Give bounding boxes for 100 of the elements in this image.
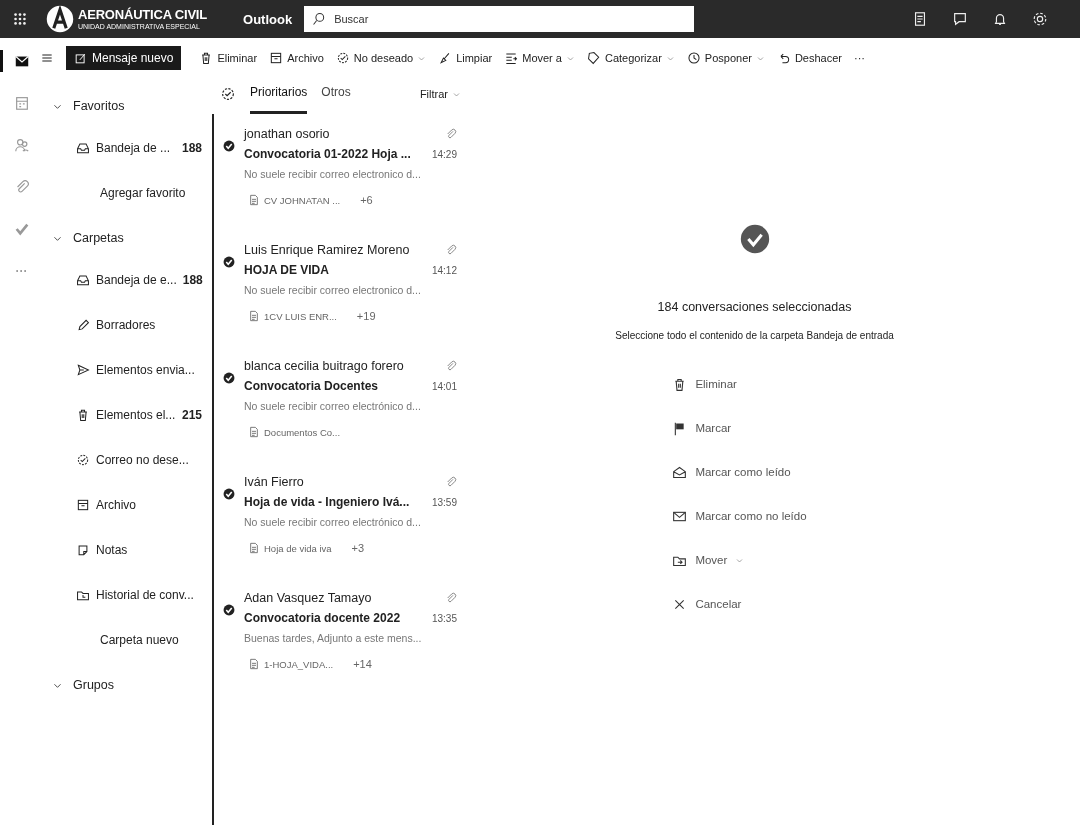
clock-icon — [686, 51, 701, 65]
subject-text: Convocatoria docente 2022 — [244, 611, 401, 625]
toolbar-button[interactable]: Mover a — [504, 51, 575, 65]
sender-name: jonathan osorio — [244, 127, 330, 141]
attachment-chip[interactable]: Documentos Co... — [244, 424, 345, 440]
selected-check-icon[interactable] — [222, 139, 236, 153]
toolbar-button[interactable]: Eliminar — [199, 51, 258, 65]
subject-text: Convocatoria 01-2022 Hoja ... — [244, 147, 411, 161]
note-icon — [76, 543, 90, 557]
action-button[interactable]: Marcar como leído — [672, 461, 791, 483]
pencil-icon — [76, 318, 90, 332]
new-message-button[interactable]: Mensaje nuevo — [66, 46, 182, 70]
settings-icon[interactable] — [1032, 11, 1048, 27]
folder-item[interactable]: Bandeja de ... 188 — [76, 136, 212, 160]
time-text: 14:29 — [431, 148, 457, 160]
file-icon — [248, 426, 260, 438]
section-header[interactable]: Favoritos — [52, 94, 212, 118]
app-launcher-icon[interactable] — [12, 11, 28, 27]
message-item[interactable]: Adan Vasquez Tamayo Convocatoria docente 2022 13:35 Buenas tardes, Adjunto a este mens... 1-HOJA_VIDA... +14 — [214, 578, 469, 694]
section-header[interactable]: Carpetas — [52, 226, 212, 250]
select-all-icon[interactable] — [220, 86, 236, 102]
message-item[interactable]: Iván Fierro Hoja de vida - Ingeniero Ivá... 13:59 No suele recibir correo electrónico d... Hoja de vida iva +3 — [214, 462, 469, 578]
sender-name: Luis Enrique Ramirez Moreno — [244, 243, 410, 257]
sender-name: blanca cecilia buitrago forero — [244, 359, 404, 373]
sender-name: Iván Fierro — [244, 475, 304, 489]
app-name[interactable]: Outlook — [243, 11, 293, 27]
folder-item[interactable]: Historial de conv... — [76, 583, 212, 607]
attachment-chip[interactable]: 1-HOJA_VIDA... — [244, 656, 338, 672]
file-icon — [248, 658, 260, 670]
folder-item[interactable]: Notas — [76, 538, 212, 562]
attachment-chip[interactable]: Hoja de vida iva — [244, 540, 336, 556]
inbox-tab[interactable]: Prioritarios — [250, 74, 308, 114]
organization-name: AERONÁUTICA CIVIL — [78, 8, 207, 21]
toolbar-button[interactable]: Categorizar — [586, 51, 675, 65]
checkmark-icon[interactable] — [13, 221, 30, 237]
message-item[interactable]: jonathan osorio Convocatoria 01-2022 Hoja ... 14:29 No suele recibir correo electronico d... CV JOHNATAN ... +6 — [214, 114, 469, 230]
search-field[interactable]: Buscar — [304, 6, 695, 32]
selection-count-title: 184 conversaciones seleccionadas — [657, 300, 852, 314]
folder-link[interactable]: Agregar favorito — [100, 181, 186, 205]
bell-icon[interactable] — [992, 11, 1008, 27]
section-header[interactable]: Grupos — [52, 673, 212, 697]
action-button[interactable]: Eliminar — [672, 373, 737, 395]
folder-item[interactable]: Borradores — [76, 313, 212, 337]
calendar-icon[interactable] — [13, 95, 30, 111]
selected-check-icon[interactable] — [222, 371, 236, 385]
logo-emblem-icon — [46, 5, 74, 33]
attachment-count: +6 — [360, 194, 373, 206]
toolbar-button[interactable]: Archivo — [269, 51, 324, 65]
toolbar-button[interactable]: Deshacer — [776, 51, 842, 65]
folder-item[interactable]: Bandeja de e... 188 — [76, 268, 212, 292]
chat-icon[interactable] — [952, 11, 968, 27]
folder-link[interactable]: Carpeta nuevo — [100, 628, 179, 652]
file-icon — [248, 542, 260, 554]
selected-check-icon — [739, 223, 770, 255]
toolbar-button[interactable]: Limpiar — [438, 51, 493, 65]
folder-icon — [76, 588, 90, 602]
inbox-icon — [76, 141, 90, 155]
compose-icon — [74, 51, 87, 65]
folder-item[interactable]: Elementos el... 215 — [76, 403, 212, 427]
folder-item[interactable]: Correo no dese... — [76, 448, 212, 472]
file-icon — [248, 310, 260, 322]
action-button[interactable]: Marcar como no leído — [672, 505, 807, 527]
select-all-link[interactable]: Seleccione todo el contenido de la carpeta Bandeja de entrada — [615, 330, 894, 341]
paperclip-icon — [445, 244, 457, 256]
people-icon[interactable] — [13, 137, 30, 153]
attachment-count: +3 — [351, 542, 365, 554]
folder-item[interactable]: Elementos envia... — [76, 358, 212, 382]
attachment-chip[interactable]: CV JOHNATAN ... — [244, 192, 345, 208]
inbox-tab[interactable]: Otros — [321, 74, 351, 114]
preview-text: No suele recibir correo electrónico d... — [244, 515, 422, 530]
folder-item[interactable]: Archivo — [76, 493, 212, 517]
time-text: 14:01 — [431, 380, 457, 392]
tag-icon — [586, 51, 601, 65]
inbox-icon — [76, 273, 90, 287]
open-envelope-icon — [672, 464, 688, 480]
action-button[interactable]: Cancelar — [672, 593, 742, 615]
toolbar-button[interactable]: No deseado — [335, 51, 427, 65]
preview-text: No suele recibir correo electronico d... — [244, 167, 422, 182]
preview-text: No suele recibir correo electronico d... — [244, 283, 422, 298]
trash-icon — [76, 408, 90, 422]
message-item[interactable]: blanca cecilia buitrago forero Convocatoria Docentes 14:01 No suele recibir correo electrónico d... Documentos Co... — [214, 346, 469, 462]
message-item[interactable]: Luis Enrique Ramirez Moreno HOJA DE VIDA 14:12 No suele recibir correo electronico d... 1CV LUIS ENR... +19 — [214, 230, 469, 346]
filter-button[interactable]: Filtrar — [419, 88, 461, 100]
selected-check-icon[interactable] — [222, 603, 236, 617]
file-icon — [248, 194, 260, 206]
search-icon — [312, 12, 327, 26]
toolbar-button[interactable]: Posponer — [686, 51, 765, 65]
document-icon[interactable] — [912, 11, 928, 27]
subject-text: Hoja de vida - Ingeniero Ivá... — [244, 495, 410, 509]
attachment-chip[interactable]: 1CV LUIS ENR... — [244, 308, 341, 324]
more-options-button[interactable]: ··· — [854, 52, 865, 64]
mail-icon[interactable] — [13, 53, 30, 69]
archive-icon — [269, 51, 284, 65]
selected-check-icon[interactable] — [222, 255, 236, 269]
menu-icon[interactable] — [40, 51, 54, 65]
paperclip-icon — [445, 360, 457, 372]
selected-check-icon[interactable] — [222, 487, 236, 501]
action-button[interactable]: Mover — [672, 549, 745, 571]
action-button[interactable]: Marcar — [672, 417, 732, 439]
archive-icon — [76, 498, 90, 512]
